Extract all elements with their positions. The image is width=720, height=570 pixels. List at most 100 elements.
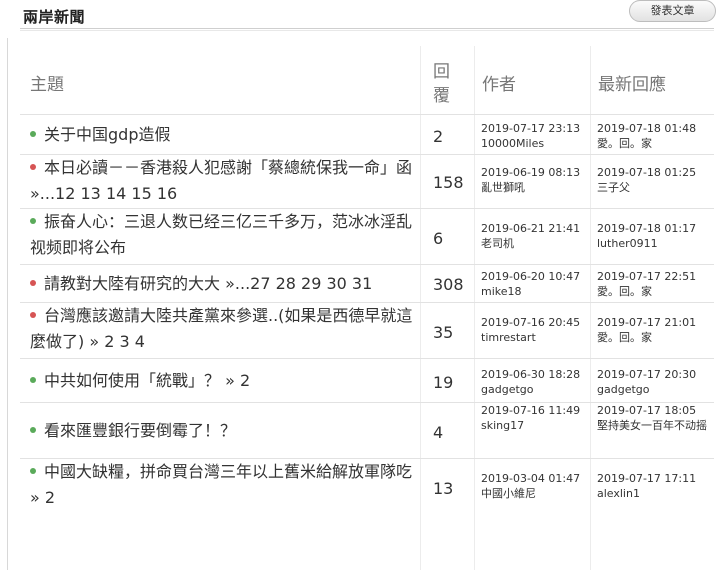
reply-count: 35 [433,323,454,342]
latest-reply-cell: 2019-07-18 01:17 luther0911 [597,221,709,251]
reply-count: 4 [433,423,444,442]
latest-time[interactable]: 2019-07-18 01:17 [597,221,709,236]
created-time: 2019-06-19 08:13 [481,166,581,179]
column-header-topic[interactable]: 主題 [30,70,64,95]
status-dot-icon [30,377,36,383]
topic-cell: 中共如何使用「統戰」？ » 2 [30,368,420,394]
author-link[interactable]: timrestart [481,330,587,345]
created-time: 2019-07-16 11:49 [481,404,581,417]
post-article-button[interactable]: 發表文章 [629,0,716,22]
reply-count: 308 [433,275,464,294]
latest-reply-cell: 2019-07-18 01:48 愛。回。家 [597,121,709,151]
author-link[interactable]: mike18 [481,284,587,299]
topic-link[interactable]: 中共如何使用「統戰」？ [44,371,220,390]
table-row: 請教對大陸有研究的大大 »...27 28 29 30 31 308 2019-06… [20,264,714,302]
page-links[interactable]: » 2 [30,488,55,507]
latest-user-link[interactable]: 愛。回。家 [597,284,709,299]
latest-time[interactable]: 2019-07-17 18:05 [597,403,709,418]
author-cell: 2019-07-16 20:45 timrestart [481,315,587,345]
reply-count: 6 [433,229,444,248]
latest-time[interactable]: 2019-07-17 17:11 [597,471,709,486]
page-links[interactable]: » 2 3 4 [84,332,145,351]
status-dot-icon [30,164,36,170]
status-dot-icon [30,427,36,433]
topic-cell: 請教對大陸有研究的大大 »...27 28 29 30 31 [30,271,420,297]
author-link[interactable]: sking17 [481,418,587,433]
author-cell: 2019-07-16 11:49 sking17 [481,403,587,433]
author-cell: 2019-06-21 21:41 老司机 [481,221,587,251]
reply-count: 19 [433,373,454,392]
author-link[interactable]: 10000Miles [481,136,587,151]
latest-reply-cell: 2019-07-17 22:51 愛。回。家 [597,269,709,299]
page-links[interactable]: »...12 13 14 15 16 [30,184,177,203]
latest-time[interactable]: 2019-07-18 01:25 [597,165,709,180]
created-time: 2019-06-21 21:41 [481,222,581,235]
topic-cell: 看來匯豐銀行要倒霉了！？ [30,418,420,444]
author-cell: 2019-06-19 08:13 亂世獅吼 [481,165,587,195]
topic-cell: 本日必讀－－香港殺人犯感謝「蔡總統保我一命」函 »...12 13 14 15 … [30,155,420,207]
latest-reply-cell: 2019-07-18 01:25 三子父 [597,165,709,195]
column-header-replies[interactable]: 回覆 [433,60,453,108]
author-link[interactable]: 老司机 [481,236,587,251]
topic-link[interactable]: 請教對大陸有研究的大大 [44,274,220,293]
reply-count: 2 [433,127,444,146]
reply-count: 158 [433,173,464,192]
table-row: 看來匯豐銀行要倒霉了！？ 4 2019-07-16 11:49 sking17 2019… [20,402,714,458]
author-cell: 2019-03-04 01:47 中國小維尼 [481,471,587,501]
topic-cell: 中國大缺糧，拼命買台灣三年以上舊米給解放軍隊吃 » 2 [30,459,420,511]
latest-reply-cell: 2019-07-17 21:01 愛。回。家 [597,315,709,345]
topic-link[interactable]: 本日必讀－－香港殺人犯感謝「蔡總統保我一命」函 [44,158,412,177]
topic-cell: 关于中国gdp造假 [30,122,420,148]
author-link[interactable]: gadgetgo [481,382,587,397]
latest-time[interactable]: 2019-07-17 21:01 [597,315,709,330]
author-link[interactable]: 亂世獅吼 [481,180,587,195]
latest-time[interactable]: 2019-07-17 22:51 [597,269,709,284]
created-time: 2019-06-30 18:28 [481,368,581,381]
header-divider [20,28,714,29]
latest-time[interactable]: 2019-07-17 20:30 [597,367,709,382]
author-cell: 2019-07-17 23:13 10000Miles [481,121,587,151]
author-link[interactable]: 中國小維尼 [481,486,587,501]
table-row: 关于中国gdp造假 2 2019-07-17 23:13 10000Miles 2019… [20,114,714,154]
column-header-latest[interactable]: 最新回應 [598,70,666,95]
created-time: 2019-07-17 23:13 [481,122,581,135]
latest-reply-cell: 2019-07-17 18:05 堅持美女一百年不动摇 [597,403,709,433]
created-time: 2019-07-16 20:45 [481,316,581,329]
topic-link[interactable]: 中國大缺糧，拼命買台灣三年以上舊米給解放軍隊吃 [44,462,412,481]
status-dot-icon [30,218,36,224]
table-row: 中國大缺糧，拼命買台灣三年以上舊米給解放軍隊吃 » 2 13 2019-03-04 … [20,458,714,518]
topic-link[interactable]: 振奋人心：三退人数已经三亿三千多万，范冰冰淫乱视频即将公布 [30,212,412,257]
latest-time[interactable]: 2019-07-18 01:48 [597,121,709,136]
page-links[interactable]: » 2 [220,371,250,390]
header-divider-shadow [20,30,714,31]
topic-link[interactable]: 关于中国gdp造假 [44,125,170,144]
table-row: 振奋人心：三退人数已经三亿三千多万，范冰冰淫乱视频即将公布 6 2019-06-21… [20,208,714,264]
latest-user-link[interactable]: 堅持美女一百年不动摇 [597,418,709,433]
status-dot-icon [30,280,36,286]
table-row: 台灣應該邀請大陸共產黨來參選..(如果是西德早就這麼做了) » 2 3 4 35 2… [20,302,714,358]
topic-cell: 振奋人心：三退人数已经三亿三千多万，范冰冰淫乱视频即将公布 [30,209,420,261]
latest-user-link[interactable]: 愛。回。家 [597,136,709,151]
created-time: 2019-06-20 10:47 [481,270,581,283]
left-border [7,38,8,570]
latest-user-link[interactable]: alexlin1 [597,486,709,501]
latest-reply-cell: 2019-07-17 20:30 gadgetgo [597,367,709,397]
topic-link[interactable]: 看來匯豐銀行要倒霉了！？ [44,421,236,440]
page-links[interactable]: »...27 28 29 30 31 [220,274,372,293]
topic-cell: 台灣應該邀請大陸共產黨來參選..(如果是西德早就這麼做了) » 2 3 4 [30,303,420,355]
section-header: 兩岸新聞 發表文章 [0,0,720,31]
status-dot-icon [30,312,36,318]
table-header-row: 主題 回覆 作者 最新回應 [20,46,714,114]
status-dot-icon [30,468,36,474]
latest-user-link[interactable]: luther0911 [597,236,709,251]
table-row: 本日必讀－－香港殺人犯感謝「蔡總統保我一命」函 »...12 13 14 15 … [20,154,714,208]
latest-reply-cell: 2019-07-17 17:11 alexlin1 [597,471,709,501]
latest-user-link[interactable]: 三子父 [597,180,709,195]
reply-count: 13 [433,479,454,498]
author-cell: 2019-06-20 10:47 mike18 [481,269,587,299]
latest-user-link[interactable]: 愛。回。家 [597,330,709,345]
status-dot-icon [30,131,36,137]
column-header-author[interactable]: 作者 [482,70,516,95]
table-row: 中共如何使用「統戰」？ » 2 19 2019-06-30 18:28 gadgetg… [20,358,714,402]
latest-user-link[interactable]: gadgetgo [597,382,709,397]
